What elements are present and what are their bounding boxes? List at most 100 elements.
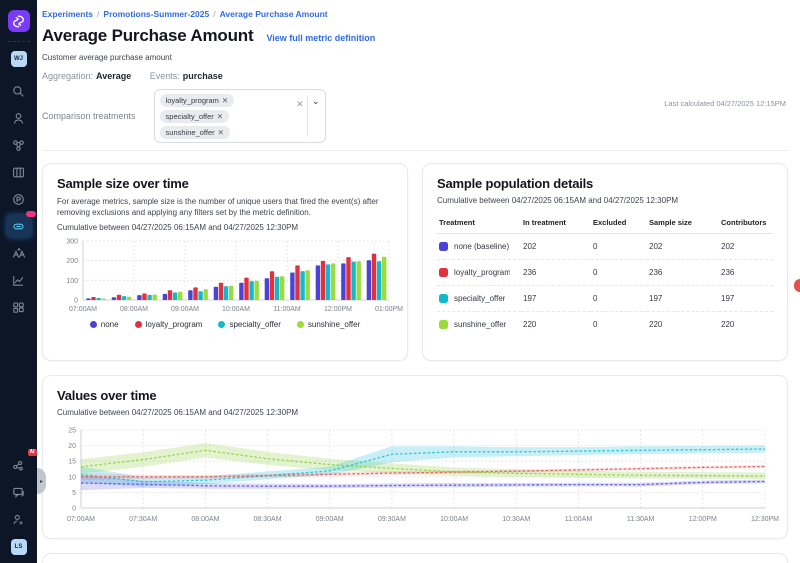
chip-sunshine-offer[interactable]: sunshine_offer✕ [160,126,230,139]
legend-loyalty-program[interactable]: loyalty_program [135,320,203,329]
svg-text:12:30PM: 12:30PM [751,516,779,523]
chevron-down-icon[interactable]: ⌄ [312,96,320,107]
columns-icon[interactable] [6,160,32,184]
feedback-icon[interactable] [6,480,32,504]
svg-text:08:00AM: 08:00AM [120,306,148,313]
svg-text:20: 20 [68,443,76,450]
cumulative-range: Cumulative between 04/27/2025 06:15AM an… [57,223,393,232]
workspace-avatar[interactable]: WJ [11,51,27,67]
breadcrumb: Experiments / Promotions-Summer-2025 / Avera… [42,0,788,19]
chip-remove-icon[interactable]: ✕ [217,112,223,121]
svg-text:09:00AM: 09:00AM [316,516,344,523]
chip-specialty-offer[interactable]: specialty_offer✕ [160,110,230,123]
treatment-swatch [439,268,448,277]
last-calculated: Last calculated 04/27/2025 12:15PM [664,99,786,108]
svg-text:11:00AM: 11:00AM [565,516,593,523]
search-icon[interactable] [6,79,32,103]
legend-sunshine-offer[interactable]: sunshine_offer [297,320,360,329]
invite-user-icon[interactable] [6,507,32,531]
col-excluded: Excluded [591,213,647,234]
cumulative-range: Cumulative between 04/27/2025 06:15AM an… [437,196,773,205]
svg-text:01:00PM: 01:00PM [375,306,403,313]
chart-legend: none loyalty_program specialty_offer sun… [57,320,393,329]
breadcrumb-separator: / [97,9,99,19]
svg-text:12:00PM: 12:00PM [324,306,352,313]
pulse-icon[interactable] [6,187,32,211]
treatment-swatch [439,320,448,329]
metrics-icon[interactable] [6,268,32,292]
app-logo-icon[interactable] [8,10,30,32]
svg-text:08:30AM: 08:30AM [254,516,282,523]
svg-text:11:00AM: 11:00AM [273,306,301,313]
comparison-label: Comparison treatments [42,111,136,121]
svg-text:10: 10 [68,474,76,481]
chip-remove-icon[interactable]: ✕ [218,128,224,137]
svg-text:08:00AM: 08:00AM [191,516,219,523]
metric-subtitle: Customer average purchase amount [42,53,788,62]
svg-text:300: 300 [66,239,78,246]
apps-grid-icon[interactable] [6,295,32,319]
aggregation-label: Aggregation: [42,71,93,81]
treatment-swatch [439,242,448,251]
svg-text:09:00AM: 09:00AM [171,306,199,313]
col-treatment: Treatment [437,213,521,234]
segments-icon[interactable] [6,133,32,157]
svg-text:10:00AM: 10:00AM [440,516,468,523]
sidebar-divider [8,41,30,42]
aggregation-row: Aggregation:Average Events:purchase [42,71,788,81]
breadcrumb-separator: / [213,9,215,19]
legend-none[interactable]: none [90,320,119,329]
cumulative-range: Cumulative between 04/27/2025 06:15AM an… [57,408,773,417]
population-details-card: Sample population details Cumulative bet… [422,163,788,361]
treatment-select[interactable]: loyalty_program✕ specialty_offer✕ sunshi… [154,89,326,143]
card-description: For average metrics, sample size is the … [57,196,387,218]
col-sample-size: Sample size [647,213,719,234]
ai-assistant-icon[interactable]: AI [6,453,32,477]
values-line-chart: 051015202507:00AM07:30AM08:00AM08:30AM09… [57,425,773,533]
breadcrumb-experiment-name[interactable]: Promotions-Summer-2025 [103,9,209,19]
population-table: Treatment In treatment Excluded Sample s… [437,213,773,337]
view-metric-definition-link[interactable]: View full metric definition [266,33,375,43]
svg-text:200: 200 [66,259,78,266]
breadcrumb-experiments[interactable]: Experiments [42,9,93,19]
metric-dispersion-card: Metric dispersion Cumulative between 04/… [42,553,788,563]
right-edge-handle[interactable] [794,279,800,292]
sidebar: WJ AI [0,0,37,563]
page-title: Average Purchase Amount [42,26,253,46]
svg-text:11:30AM: 11:30AM [627,516,655,523]
select-divider [307,95,308,137]
table-row: loyalty_program 2360236236 [437,260,773,286]
col-in-treatment: In treatment [521,213,591,234]
sample-size-bar-chart: 010020030007:00AM08:00AM09:00AM10:00AM11… [57,237,393,317]
table-row: specialty_offer 1970197197 [437,286,773,312]
dynamic-config-icon[interactable] [6,241,32,265]
svg-text:07:00AM: 07:00AM [69,306,97,313]
card-title: Sample size over time [57,176,393,191]
events-label: Events: [150,71,180,81]
card-title: Values over time [57,388,773,403]
svg-text:0: 0 [74,298,78,305]
svg-text:25: 25 [68,428,76,435]
chip-loyalty-program[interactable]: loyalty_program✕ [160,94,235,107]
svg-text:07:30AM: 07:30AM [129,516,157,523]
users-icon[interactable] [6,106,32,130]
ai-badge: AI [28,449,37,456]
svg-text:09:30AM: 09:30AM [378,516,406,523]
table-row: sunshine_offer 2200220220 [437,312,773,338]
clear-all-icon[interactable]: ✕ [296,99,304,110]
main-content: Experiments / Promotions-Summer-2025 / Avera… [37,0,800,563]
svg-text:10:00AM: 10:00AM [222,306,250,313]
new-badge [26,211,36,217]
legend-specialty-offer[interactable]: specialty_offer [218,320,280,329]
values-over-time-card: Values over time Cumulative between 04/2… [42,375,788,539]
account-avatar[interactable]: LS [11,539,27,555]
chip-remove-icon[interactable]: ✕ [222,96,228,105]
sidebar-item-experiments[interactable] [6,214,32,238]
breadcrumb-current: Average Purchase Amount [220,9,328,19]
svg-text:07:00AM: 07:00AM [67,516,95,523]
events-value: purchase [183,71,223,81]
aggregation-value: Average [96,71,131,81]
svg-text:0: 0 [72,506,76,513]
app-root: WJ AI [0,0,800,563]
treatment-swatch [439,294,448,303]
